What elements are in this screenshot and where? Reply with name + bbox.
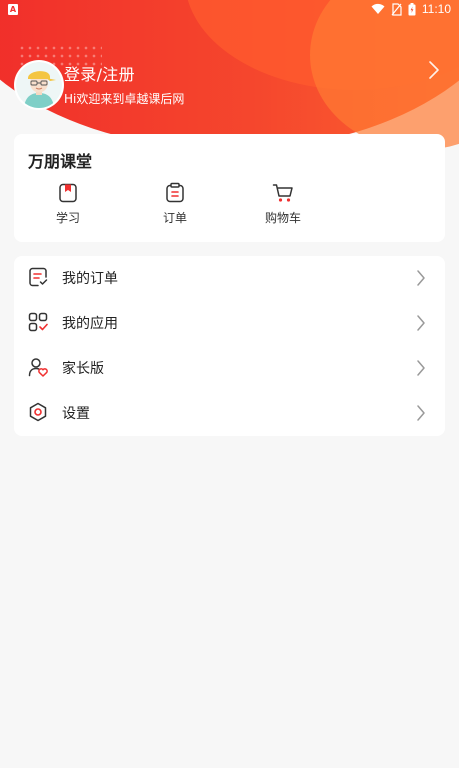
chevron-right-icon <box>417 360 425 376</box>
avatar-illustration-icon <box>16 62 62 108</box>
classroom-title: 万朋课堂 <box>28 152 93 171</box>
menu-item-label: 我的应用 <box>62 316 118 332</box>
cart-icon <box>272 184 293 202</box>
quick-cart-button[interactable]: 购物车 <box>253 182 313 226</box>
settings-icon <box>29 402 47 422</box>
menu-item-label: 家长版 <box>62 361 104 377</box>
login-register-link[interactable]: 登录/注册 <box>64 61 135 85</box>
classroom-card: 万朋课堂 学习 订单 购物车 <box>14 134 445 242</box>
book-icon <box>59 183 77 203</box>
menu-item-my-orders[interactable]: 我的订单 <box>14 256 445 301</box>
menu-item-label: 我的订单 <box>62 271 118 287</box>
menu-item-my-apps[interactable]: 我的应用 <box>14 301 445 346</box>
parent-icon <box>28 358 48 377</box>
chevron-right-icon[interactable] <box>428 60 440 80</box>
order-list-icon <box>29 267 48 287</box>
chevron-right-icon <box>417 405 425 421</box>
notification-badge: A <box>8 4 18 15</box>
menu-item-parent-version[interactable]: 家长版 <box>14 346 445 391</box>
battery-icon <box>408 2 416 15</box>
wifi-icon <box>371 3 385 15</box>
quick-order-button[interactable]: 订单 <box>145 182 205 226</box>
status-time: 11:10 <box>421 2 451 16</box>
quick-order-label: 订单 <box>162 211 187 225</box>
chevron-right-icon <box>417 270 425 286</box>
avatar[interactable] <box>14 60 64 110</box>
menu-item-label: 设置 <box>62 406 90 422</box>
apps-icon <box>28 312 48 332</box>
menu-card: 我的订单 我的应用 家长版 设置 <box>14 256 445 436</box>
quick-cart-label: 购物车 <box>264 211 301 225</box>
quick-study-label: 学习 <box>55 211 80 225</box>
menu-item-settings[interactable]: 设置 <box>14 391 445 436</box>
quick-study-button[interactable]: 学习 <box>38 182 98 226</box>
status-bar: A 11:10 <box>0 0 459 20</box>
welcome-text: Hi欢迎来到卓越课后网 <box>64 92 185 106</box>
no-sim-icon <box>391 2 402 16</box>
chevron-right-icon <box>417 315 425 331</box>
order-icon <box>166 182 184 203</box>
